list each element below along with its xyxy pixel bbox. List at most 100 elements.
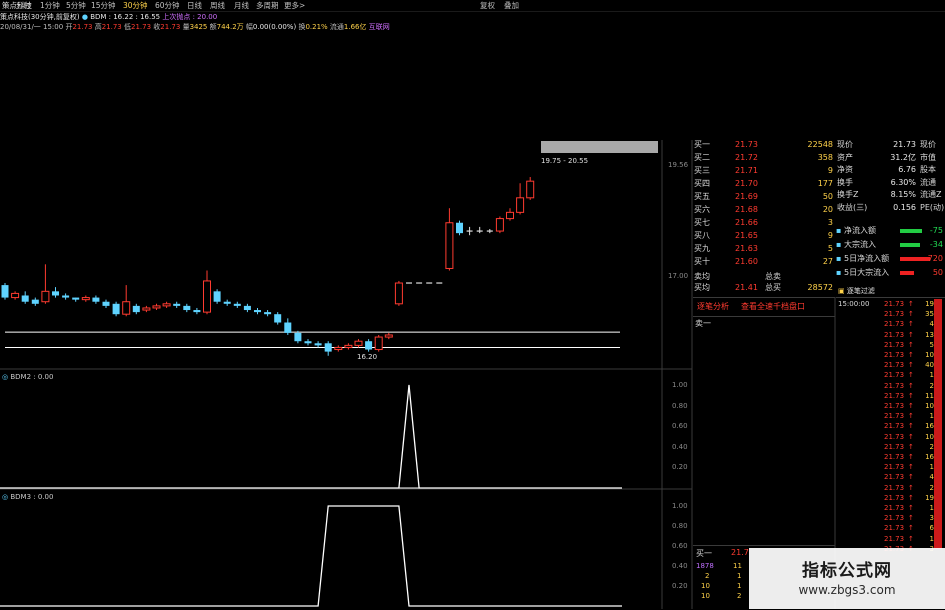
buy-avg-value: 21.41: [735, 283, 758, 292]
flow-icon: ▪: [836, 240, 842, 249]
bid-price: 21.60: [735, 257, 758, 266]
watermark: 指标公式网 www.zbgs3.com: [749, 548, 945, 609]
support-levels: [5, 331, 620, 348]
candle-body: [274, 314, 282, 323]
bid-volume: 27: [822, 257, 833, 266]
bottom-book-vol: 10: [701, 582, 710, 590]
candle-body: [193, 310, 201, 313]
flow-bar: [900, 271, 914, 275]
flow-bar: [900, 243, 920, 247]
bottom-book-vol2: 1: [737, 572, 742, 580]
candle-body: [21, 295, 29, 302]
bid-label: 买七: [694, 218, 710, 227]
bdm3-line: [0, 505, 622, 607]
candle-body: [445, 222, 454, 269]
bid-price: 21.70: [735, 179, 758, 188]
fund-label-2: 现价: [920, 140, 936, 149]
flow-value: 720: [927, 254, 943, 263]
bid-price: 21.72: [735, 153, 758, 162]
candle-body: [173, 303, 181, 306]
bid-price: 21.71: [735, 166, 758, 175]
bid-volume: 3: [827, 218, 833, 227]
candle-body: [526, 180, 535, 199]
candle-body: [122, 301, 131, 315]
bid-label: 买九: [694, 244, 710, 253]
candle-body: [374, 336, 383, 351]
candle-body: [183, 305, 191, 311]
candle-body: [344, 344, 353, 348]
bid-label: 买三: [694, 166, 710, 175]
flow-bar: [900, 257, 930, 261]
low-price-label: 16.20: [357, 353, 378, 361]
flow-row: ▪ 大宗流入 -34: [836, 240, 945, 250]
candle-body: [384, 334, 393, 338]
bid-label: 买二: [694, 153, 710, 162]
bid-row[interactable]: 买十 21.60 27: [693, 257, 835, 267]
tick-analysis-link[interactable]: 逐笔分析: [697, 301, 729, 312]
range-label: 19.75 - 20.55: [541, 157, 589, 165]
bid-label: 买十: [694, 257, 710, 266]
bid-price: 21.69: [735, 192, 758, 201]
fund-label: 收益(三): [837, 202, 868, 212]
fundamental-row: 换手Z 8.15% 流通Z: [836, 190, 945, 200]
flow-row: ▪ 净流入额 -75: [836, 226, 945, 236]
candle-body: [142, 307, 151, 311]
candle-body: [102, 301, 110, 306]
buy-avg-label: 买均: [694, 283, 710, 292]
fund-value: 21.73: [893, 140, 916, 149]
flow-row: ▪ 5日净流入额 720: [836, 254, 945, 264]
bid-label: 买一: [694, 140, 710, 149]
bid-volume: 9: [827, 166, 833, 175]
bdm3-title: ◎ BDM3 : 0.00: [2, 493, 54, 501]
axis-tick: 0.20: [672, 463, 688, 472]
fund-label-2: PE(动): [920, 202, 945, 212]
bottom-book-vol: 10: [701, 592, 710, 600]
flow-icon: ▪: [836, 268, 842, 277]
fund-label: 换手: [837, 177, 853, 187]
bottom-book-vol: 1878: [696, 562, 714, 570]
bid-row[interactable]: 买一 21.73 22548: [693, 140, 835, 150]
flow-icon: ▪: [836, 226, 842, 235]
bid-price: 21.65: [735, 231, 758, 240]
axis-tick: 0.20: [672, 582, 688, 590]
bid-volume: 358: [817, 153, 833, 162]
candle-body: [213, 291, 221, 302]
bid-row[interactable]: 买三 21.71 9: [693, 166, 835, 176]
tick-panel-header: ▣ 逐笔过滤: [836, 286, 945, 298]
bid-row[interactable]: 买二 21.72 358: [693, 153, 835, 163]
candle-body: [264, 312, 272, 315]
candle-body: [284, 322, 292, 333]
candle-body: [152, 305, 161, 309]
bid-label: 买五: [694, 192, 710, 201]
bid-row[interactable]: 买八 21.65 9: [693, 231, 835, 241]
flow-label: 大宗流入: [844, 240, 876, 249]
candle-body: [72, 297, 80, 300]
flow-value: 50: [932, 268, 943, 277]
flow-label: 净流入额: [844, 226, 876, 235]
bid-price: 21.73: [735, 140, 758, 149]
fund-label-2: 市值: [920, 152, 936, 162]
bid-row[interactable]: 买七 21.66 3: [693, 218, 835, 228]
candle-body: [233, 303, 241, 306]
tick-scrollbar[interactable]: [934, 299, 942, 549]
candle-body: [132, 305, 140, 313]
bid-row[interactable]: 买九 21.63 5: [693, 244, 835, 254]
bid-row[interactable]: 买五 21.69 50: [693, 192, 835, 202]
candle-body: [41, 290, 50, 303]
candle-body: [162, 303, 171, 307]
bottom-book-vol2: 1: [737, 582, 742, 590]
fund-value: 6.30%: [890, 177, 916, 187]
axis-tick: 0.60: [672, 542, 688, 550]
bid-row[interactable]: 买六 21.68 20: [693, 205, 835, 215]
candle-body: [112, 303, 120, 315]
fundamental-row: 换手 6.30% 流通: [836, 178, 945, 188]
candle-body: [456, 222, 463, 234]
full-depth-link[interactable]: 查看全速千档盘口: [741, 301, 805, 312]
bid-price: 21.63: [735, 244, 758, 253]
fundamentals: 现价 21.73 现价 资产 31.2亿 市值 净资 6.76 股本 换手 6.30% 流通 换手Z 8.…: [836, 140, 945, 220]
bid-volume: 22548: [807, 140, 833, 149]
bid-row[interactable]: 买四 21.70 177: [693, 179, 835, 189]
flow-value: -75: [929, 226, 943, 235]
ticks-title: ▣ 逐笔过滤: [838, 287, 875, 295]
axis-tick: 0.40: [672, 442, 688, 451]
